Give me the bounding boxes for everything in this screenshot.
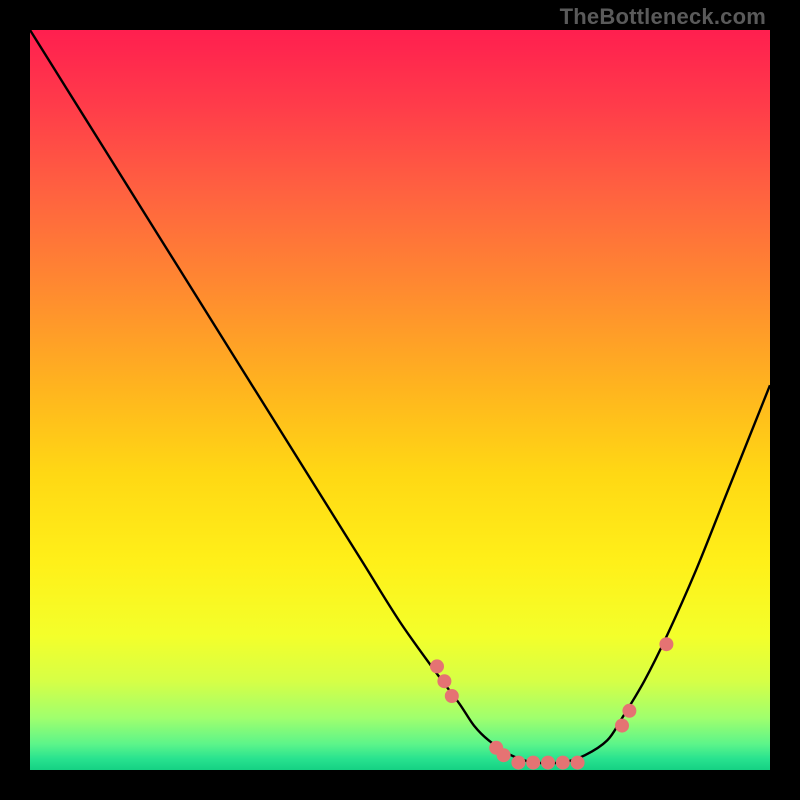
curve-marker [445, 689, 459, 703]
watermark-text: TheBottleneck.com [560, 4, 766, 30]
curve-marker [430, 659, 444, 673]
chart-frame [30, 30, 770, 770]
curve-marker [511, 756, 525, 770]
curve-marker [615, 719, 629, 733]
curve-marker [497, 748, 511, 762]
curve-marker [556, 756, 570, 770]
curve-marker [437, 674, 451, 688]
curve-marker [659, 637, 673, 651]
curve-marker [526, 756, 540, 770]
curve-marker [571, 756, 585, 770]
curve-marker [622, 704, 636, 718]
chart-background [30, 30, 770, 770]
curve-marker [541, 756, 555, 770]
bottleneck-chart [30, 30, 770, 770]
